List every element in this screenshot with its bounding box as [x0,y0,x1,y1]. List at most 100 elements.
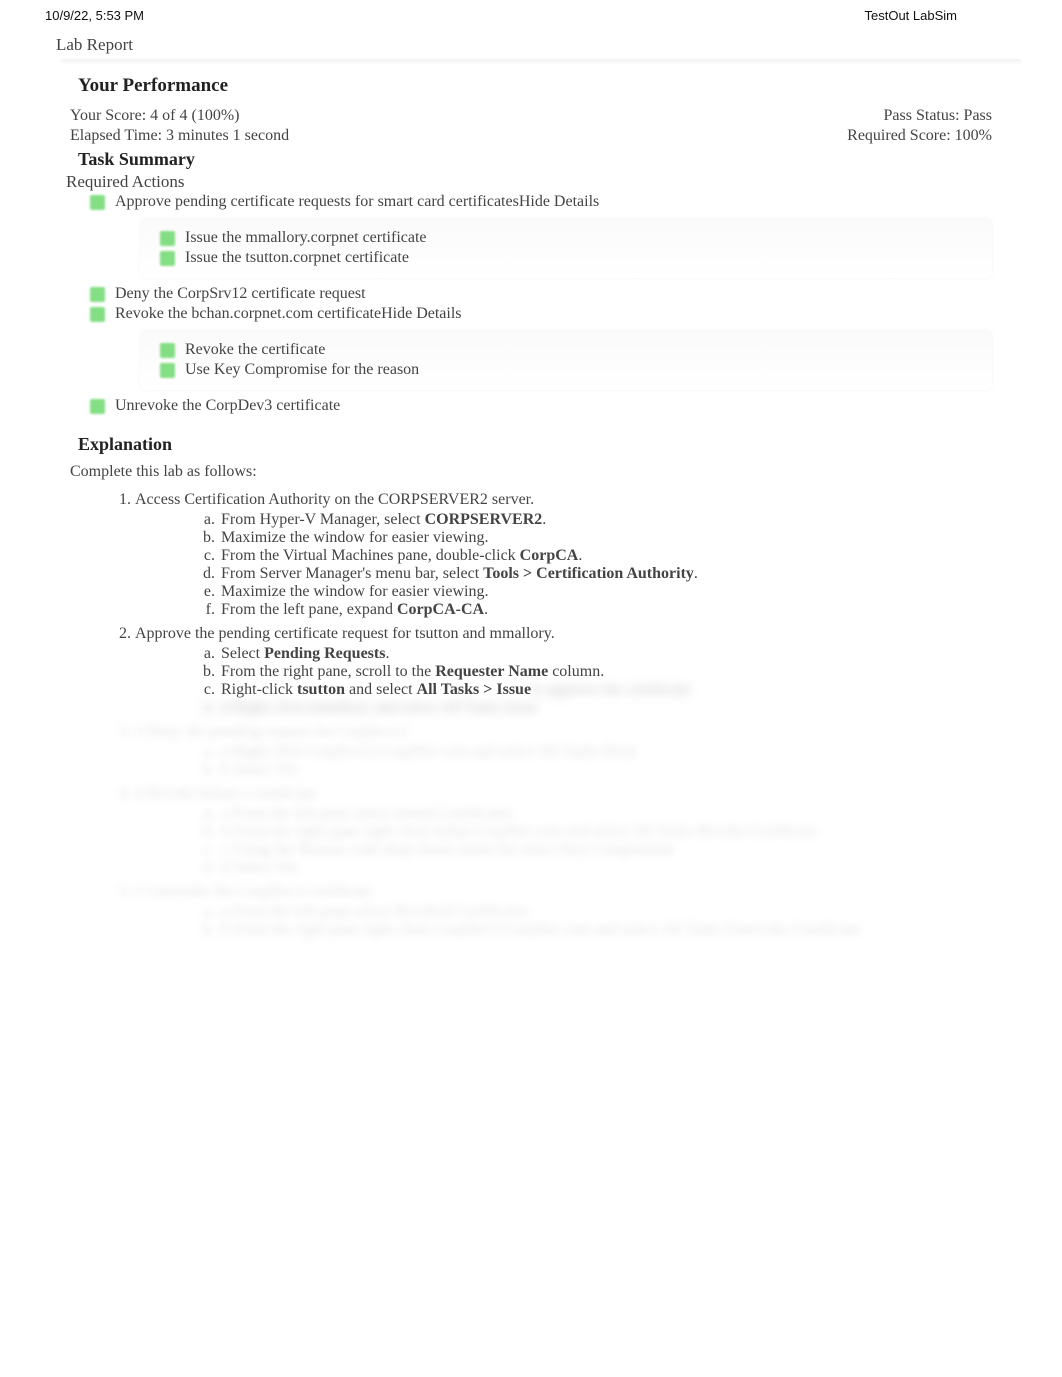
sub-text: Use Key Compromise for the reason [185,361,419,379]
hide-details-link[interactable]: Hide Details [519,193,599,211]
action-item: Deny the CorpSrv12 certificate request [0,284,1062,304]
sub-b: Maximize the window for easier viewing. [219,529,1062,547]
pass-status: Pass Status: Pass [884,107,992,125]
t: From Hyper-V Manager, select [221,511,425,528]
b: b From the right pane right click bchan … [219,823,1062,841]
blurred-subs: a From the left pane select Revoked Cert… [135,903,1062,939]
action-text: Approve pending certificate requests for… [115,193,519,211]
action-item: Revoke the bchan.corpnet.com certificate… [0,304,1062,324]
sub-item: Revoke the certificate [160,340,972,360]
sub-item: Use Key Compromise for the reason [160,360,972,380]
t: Pending Requests [264,645,385,662]
sub-item: Issue the tsutton.corpnet certificate [160,248,972,268]
t: . [484,601,488,618]
blurred-text: b From the right pane right click bchan … [221,823,817,840]
elapsed-time: Elapsed Time: 3 minutes 1 second [70,127,289,145]
t: From Server Manager's menu bar, select [221,565,483,582]
action-text: Deny the CorpSrv12 certificate request [115,285,366,303]
t: All Tasks > Issue [417,681,532,698]
t: From the left pane, expand [221,601,397,618]
t: tsutton [297,681,345,698]
sub-text: Issue the mmallory.corpnet certificate [185,229,427,247]
blurred-subs: a Right click CorpSrv12 CorpNet com and … [135,743,1062,779]
explanation-steps: Access Certification Authority on the CO… [0,491,1062,939]
action-text: Unrevoke the CorpDev3 certificate [115,397,340,415]
t: CorpCA [520,547,579,564]
step-4-blurred: 4 Revoke bchan s certificate a From the … [135,785,1062,877]
divider [60,59,1022,65]
check-icon [160,343,175,358]
t: CorpCA-CA [397,601,484,618]
b: a From the left pane select Issued Certi… [219,805,1062,823]
blurred-text: a From the left pane select Issued Certi… [221,805,513,822]
t: and select [345,681,417,698]
t: . [542,511,546,528]
task-summary-heading: Task Summary [0,149,1062,170]
check-icon [90,195,105,210]
required-score: Required Score: 100% [847,127,992,145]
t: Requester Name [435,663,548,680]
step-2-subs: Select Pending Requests. From the right … [135,645,1062,717]
t: Select [221,645,264,662]
page-header: 10/9/22, 5:53 PM TestOut LabSim [0,0,1062,27]
sub-a: From Hyper-V Manager, select CORPSERVER2… [219,511,1062,529]
t: From the right pane, scroll to the [221,663,435,680]
explanation-heading: Explanation [0,434,1062,455]
blurred-text: d Select Yes [221,859,299,876]
sub-item: Issue the mmallory.corpnet certificate [160,228,972,248]
t: Tools > Certification Authority [483,565,694,582]
blurred-text: c Using the Reason code drop-down menu l… [221,841,674,858]
b: a Right click CorpSrv12 CorpNet com and … [219,743,1062,761]
step-title: Access Certification Authority on the CO… [135,491,534,508]
blurred-text: 3 Deny the pending request for CorpSrv12 [135,723,408,740]
b: d Select Yes [219,859,1062,877]
t: From the Virtual Machines pane, double-c… [221,547,520,564]
check-icon [160,251,175,266]
sub-text: Issue the tsutton.corpnet certificate [185,249,409,267]
action-item: Unrevoke the CorpDev3 certificate [0,396,1062,416]
check-icon [160,231,175,246]
blurred-text: b Select Yes [221,761,299,778]
sub-e: Maximize the window for easier viewing. [219,583,1062,601]
header-timestamp: 10/9/22, 5:53 PM [45,8,144,23]
sub-d: From Server Manager's menu bar, select T… [219,565,1062,583]
detail-box: Issue the mmallory.corpnet certificate I… [140,218,992,278]
blurred-text: 4 Revoke bchan s certificate [135,785,316,802]
hide-details-link[interactable]: Hide Details [381,305,461,323]
required-actions-label: Required Actions [0,172,1062,192]
b: b From the right pane right click CorpDe… [219,921,1062,939]
blurred-text: d Right click mmallory and select All Ta… [221,699,538,716]
performance-heading: Your Performance [0,75,1062,97]
step-2: Approve the pending certificate request … [135,625,1062,717]
t: CORPSERVER2 [425,511,543,528]
action-item: Approve pending certificate requests for… [0,192,1062,212]
step-title: Approve the pending certificate request … [135,625,555,642]
check-icon [90,399,105,414]
step-3-blurred: 3 Deny the pending request for CorpSrv12… [135,723,1062,779]
b: c Using the Reason code drop-down menu l… [219,841,1062,859]
b: a From the left pane select Revoked Cert… [219,903,1062,921]
check-icon [160,363,175,378]
detail-box: Revoke the certificate Use Key Compromis… [140,330,992,390]
b: b Select Yes [219,761,1062,779]
sub-a: Select Pending Requests. [219,645,1062,663]
step-1: Access Certification Authority on the CO… [135,491,1062,619]
blurred-text: 5 Unrevoke the CorpDev3 certificate [135,883,372,900]
sub-b: From the right pane, scroll to the Reque… [219,663,1062,681]
score-row-1: Your Score: 4 of 4 (100%) Pass Status: P… [0,107,1062,125]
sub-c: Right-click tsutton and select All Tasks… [219,681,1062,699]
your-score: Your Score: 4 of 4 (100%) [70,107,239,125]
action-text: Revoke the bchan.corpnet.com certificate [115,305,381,323]
page-title: Lab Report [0,27,1062,59]
blurred-text: to approve the certificate [531,681,690,698]
explanation-intro: Complete this lab as follows: [0,463,1062,481]
score-row-2: Elapsed Time: 3 minutes 1 second Require… [0,127,1062,145]
blurred-subs: a From the left pane select Issued Certi… [135,805,1062,877]
header-product: TestOut LabSim [865,8,958,23]
sub-f: From the left pane, expand CorpCA-CA. [219,601,1062,619]
t: . [385,645,389,662]
blurred-text: a Right click CorpSrv12 CorpNet com and … [221,743,637,760]
blurred-text: b From the right pane right click CorpDe… [221,921,860,938]
t: Maximize the window for easier viewing. [221,529,488,546]
blurred-text: a From the left pane select Revoked Cert… [221,903,529,920]
